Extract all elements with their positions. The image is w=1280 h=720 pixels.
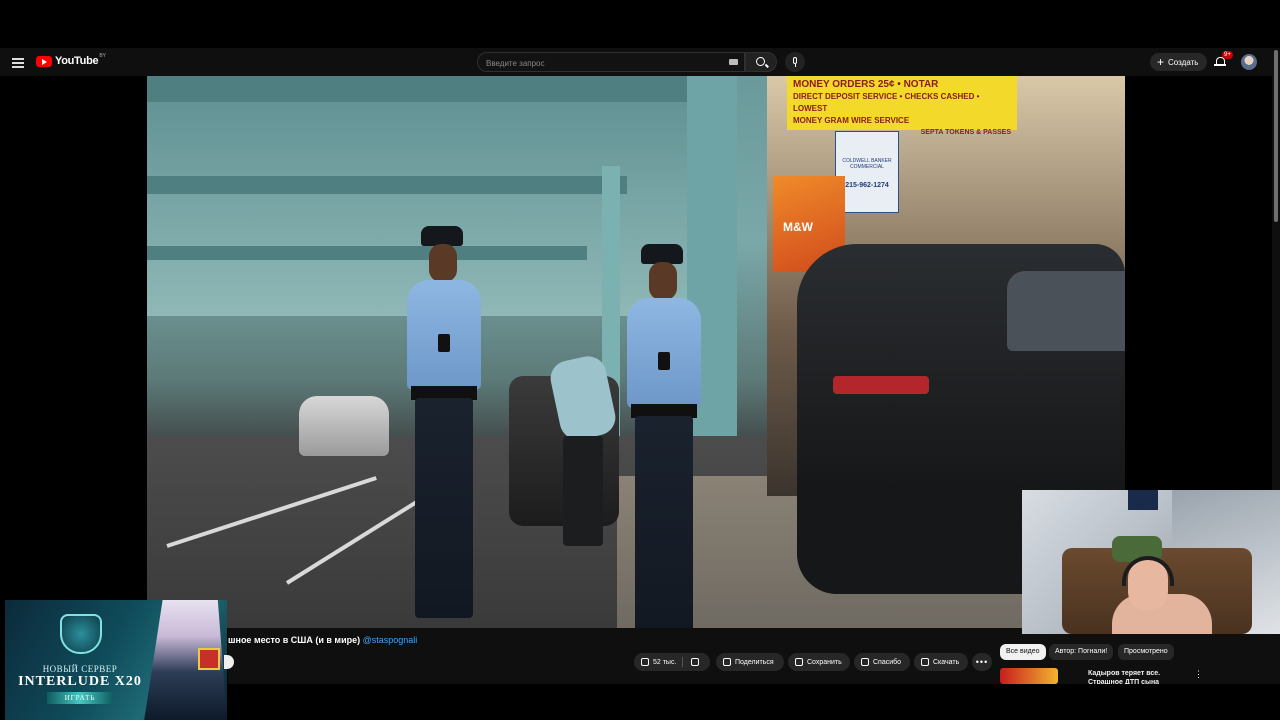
- recommended-more-icon[interactable]: ⋮: [1194, 669, 1203, 680]
- share-button[interactable]: Поделиться: [716, 653, 784, 671]
- account-avatar[interactable]: [1241, 54, 1257, 70]
- thumbs-down-icon[interactable]: [691, 658, 700, 666]
- logo-text: YouTube: [55, 55, 99, 67]
- more-actions-button[interactable]: •••: [972, 653, 992, 671]
- voice-search-button[interactable]: [785, 52, 805, 72]
- menu-icon[interactable]: [12, 56, 24, 68]
- ad-server-name: INTERLUDE X20: [18, 674, 142, 689]
- chip-author[interactable]: Автор: Погнали!: [1049, 644, 1114, 660]
- streamer-webcam: [1022, 490, 1280, 634]
- police-officer: [627, 244, 701, 628]
- save-playlist-icon: [795, 658, 803, 666]
- ad-headline: НОВЫЙ СЕРВЕР: [42, 664, 118, 674]
- youtube-play-icon: [36, 55, 52, 67]
- like-dislike-group: 52 тыс.: [634, 653, 710, 671]
- game-ad-overlay[interactable]: НОВЫЙ СЕРВЕР INTERLUDE X20 ИГРАТЬ: [5, 600, 227, 720]
- youtube-logo[interactable]: YouTube BY: [36, 53, 106, 67]
- search-input[interactable]: [486, 57, 716, 69]
- save-button[interactable]: Сохранить: [788, 653, 850, 671]
- logo-region: BY: [99, 53, 106, 59]
- chip-watched[interactable]: Просмотрено: [1118, 644, 1174, 660]
- keyboard-icon[interactable]: [729, 59, 738, 65]
- ad-play-button[interactable]: ИГРАТЬ: [47, 692, 113, 704]
- parked-car: [299, 396, 389, 456]
- download-icon: [921, 658, 929, 666]
- gift-icon: [198, 648, 220, 670]
- masthead: YouTube BY + Создать 9+: [0, 48, 1280, 76]
- recommended-thumbnail[interactable]: [1000, 668, 1058, 684]
- super-thanks-icon: [861, 658, 869, 666]
- storefront-sign: MONEY ORDERS 25¢ • NOTAR DIRECT DEPOSIT …: [787, 76, 1017, 136]
- thumbs-up-icon[interactable]: [641, 658, 649, 666]
- search-box: [477, 52, 745, 72]
- microphone-icon: [793, 57, 797, 64]
- notification-badge: 9+: [1222, 51, 1233, 59]
- create-button[interactable]: + Создать: [1150, 53, 1208, 71]
- ad-crest-logo: [60, 614, 102, 654]
- channel-handle-link[interactable]: @staspognali: [363, 635, 418, 645]
- chip-all-videos[interactable]: Все видео: [1000, 644, 1046, 660]
- download-button[interactable]: Скачать: [914, 653, 968, 671]
- share-icon: [723, 658, 731, 666]
- video-title: шное место в США (и в мире) @staspognali: [228, 635, 418, 645]
- video-player[interactable]: MONEY ORDERS 25¢ • NOTAR DIRECT DEPOSIT …: [147, 76, 1125, 628]
- search-button[interactable]: [745, 52, 777, 72]
- search-icon: [756, 57, 765, 66]
- thanks-button[interactable]: Спасибо: [854, 653, 910, 671]
- pedestrian: [547, 353, 619, 548]
- like-count[interactable]: 52 тыс.: [653, 659, 676, 666]
- scrollbar-thumb[interactable]: [1274, 50, 1278, 222]
- create-label: Создать: [1168, 57, 1199, 67]
- recommended-title[interactable]: Кадыров теряет все. Страшное ДТП сына: [1088, 669, 1178, 684]
- plus-icon: +: [1157, 55, 1165, 69]
- police-officer: [407, 226, 481, 626]
